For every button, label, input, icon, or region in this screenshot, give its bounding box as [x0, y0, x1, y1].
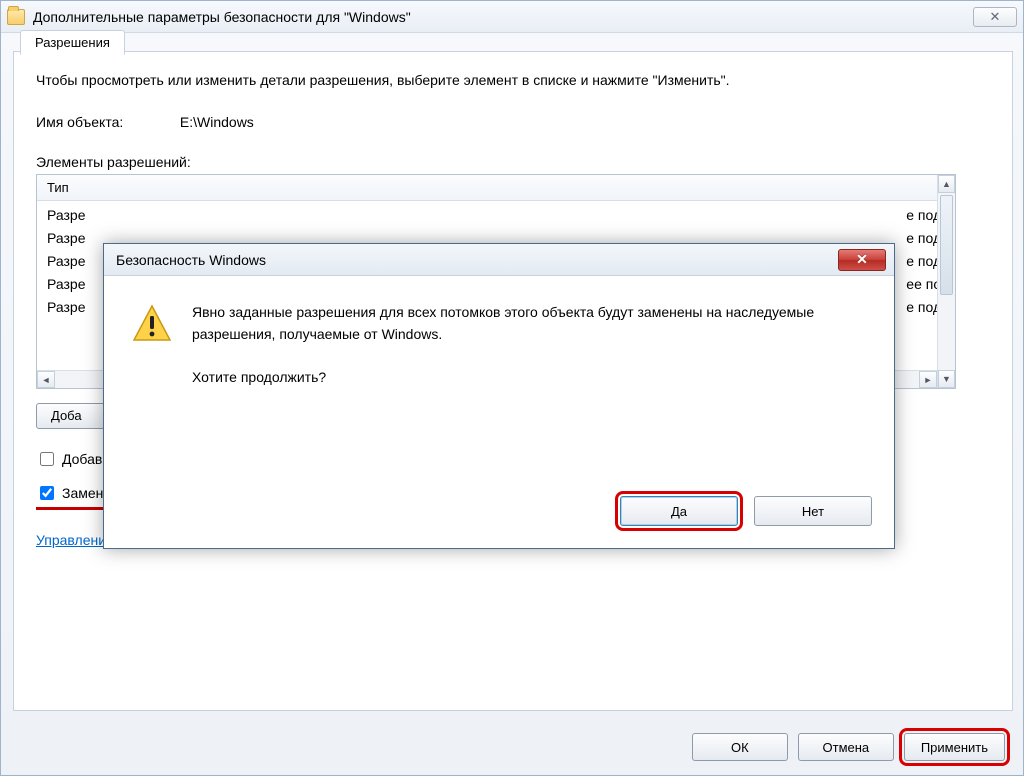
apply-button[interactable]: Применить	[904, 733, 1005, 761]
col-type[interactable]: Тип	[47, 180, 69, 195]
object-name-row: Имя объекта: E:\Windows	[36, 114, 990, 130]
list-item[interactable]: Разре е под.	[37, 203, 955, 226]
dialog-buttons: ОК Отмена Применить	[692, 733, 1005, 761]
confirm-close-button[interactable]: ✕	[838, 249, 886, 271]
confirm-message-line2: Хотите продолжить?	[192, 367, 868, 389]
confirm-message-line1: Явно заданные разрешения для всех потомк…	[192, 302, 868, 345]
list-header[interactable]: Тип	[37, 175, 955, 201]
scroll-down-icon[interactable]: ▼	[938, 370, 955, 388]
scroll-track[interactable]	[938, 297, 955, 370]
confirm-title: Безопасность Windows	[116, 252, 838, 268]
object-name-label: Имя объекта:	[36, 114, 176, 130]
checkbox-include-inheritable-input[interactable]	[40, 452, 54, 466]
scroll-thumb[interactable]	[940, 195, 953, 295]
scroll-left-icon[interactable]: ◄	[37, 371, 55, 388]
titlebar[interactable]: Дополнительные параметры безопасности дл…	[1, 1, 1023, 33]
object-name-value: E:\Windows	[180, 114, 254, 130]
vertical-scrollbar[interactable]: ▲ ▼	[937, 175, 955, 388]
row-type: Разре	[47, 253, 103, 269]
confirm-dialog: Безопасность Windows ✕ Явно заданные раз…	[103, 243, 895, 549]
confirm-titlebar[interactable]: Безопасность Windows ✕	[104, 244, 894, 276]
security-advanced-window: Дополнительные параметры безопасности дл…	[0, 0, 1024, 776]
checkbox-replace-child-input[interactable]	[40, 486, 54, 500]
warning-icon	[132, 304, 172, 344]
yes-button[interactable]: Да	[620, 496, 738, 526]
permission-entries-label: Элементы разрешений:	[36, 154, 990, 170]
ok-button[interactable]: ОК	[692, 733, 788, 761]
instruction-text: Чтобы просмотреть или изменить детали ра…	[36, 72, 990, 88]
folder-icon	[7, 9, 25, 25]
row-tail: е под.	[103, 207, 955, 223]
no-button[interactable]: Нет	[754, 496, 872, 526]
row-type: Разре	[47, 230, 103, 246]
row-type: Разре	[47, 299, 103, 315]
row-type: Разре	[47, 276, 103, 292]
scroll-up-icon[interactable]: ▲	[938, 175, 955, 193]
row-type: Разре	[47, 207, 103, 223]
tab-permissions[interactable]: Разрешения	[20, 30, 125, 55]
close-button[interactable]: ✕	[973, 7, 1017, 27]
scroll-right-icon[interactable]: ►	[919, 371, 937, 388]
cancel-button[interactable]: Отмена	[798, 733, 894, 761]
confirm-message: Явно заданные разрешения для всех потомк…	[192, 302, 868, 389]
window-title: Дополнительные параметры безопасности дл…	[33, 9, 973, 25]
